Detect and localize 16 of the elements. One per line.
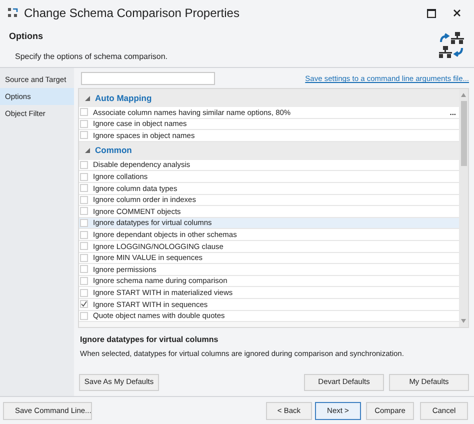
close-icon[interactable] xyxy=(453,9,461,17)
window-title: Change Schema Comparison Properties xyxy=(24,5,240,22)
schema-sync-icon xyxy=(438,31,464,59)
scroll-thumb[interactable] xyxy=(460,101,466,166)
group-header[interactable]: Auto Mapping xyxy=(95,92,152,104)
header-title: Options xyxy=(9,30,44,43)
scrollbar[interactable] xyxy=(459,89,468,327)
header-description: Specify the options of schema comparison. xyxy=(15,50,169,62)
maximize-icon[interactable] xyxy=(427,8,436,18)
description-title: Ignore datatypes for virtual columns xyxy=(80,334,220,346)
app-icon xyxy=(7,7,19,19)
search-field[interactable] xyxy=(81,72,215,85)
scroll-up-icon[interactable] xyxy=(461,93,466,97)
checkbox[interactable] xyxy=(80,300,88,308)
group-header[interactable]: Common xyxy=(95,144,132,158)
scroll-down-icon[interactable] xyxy=(461,319,466,323)
